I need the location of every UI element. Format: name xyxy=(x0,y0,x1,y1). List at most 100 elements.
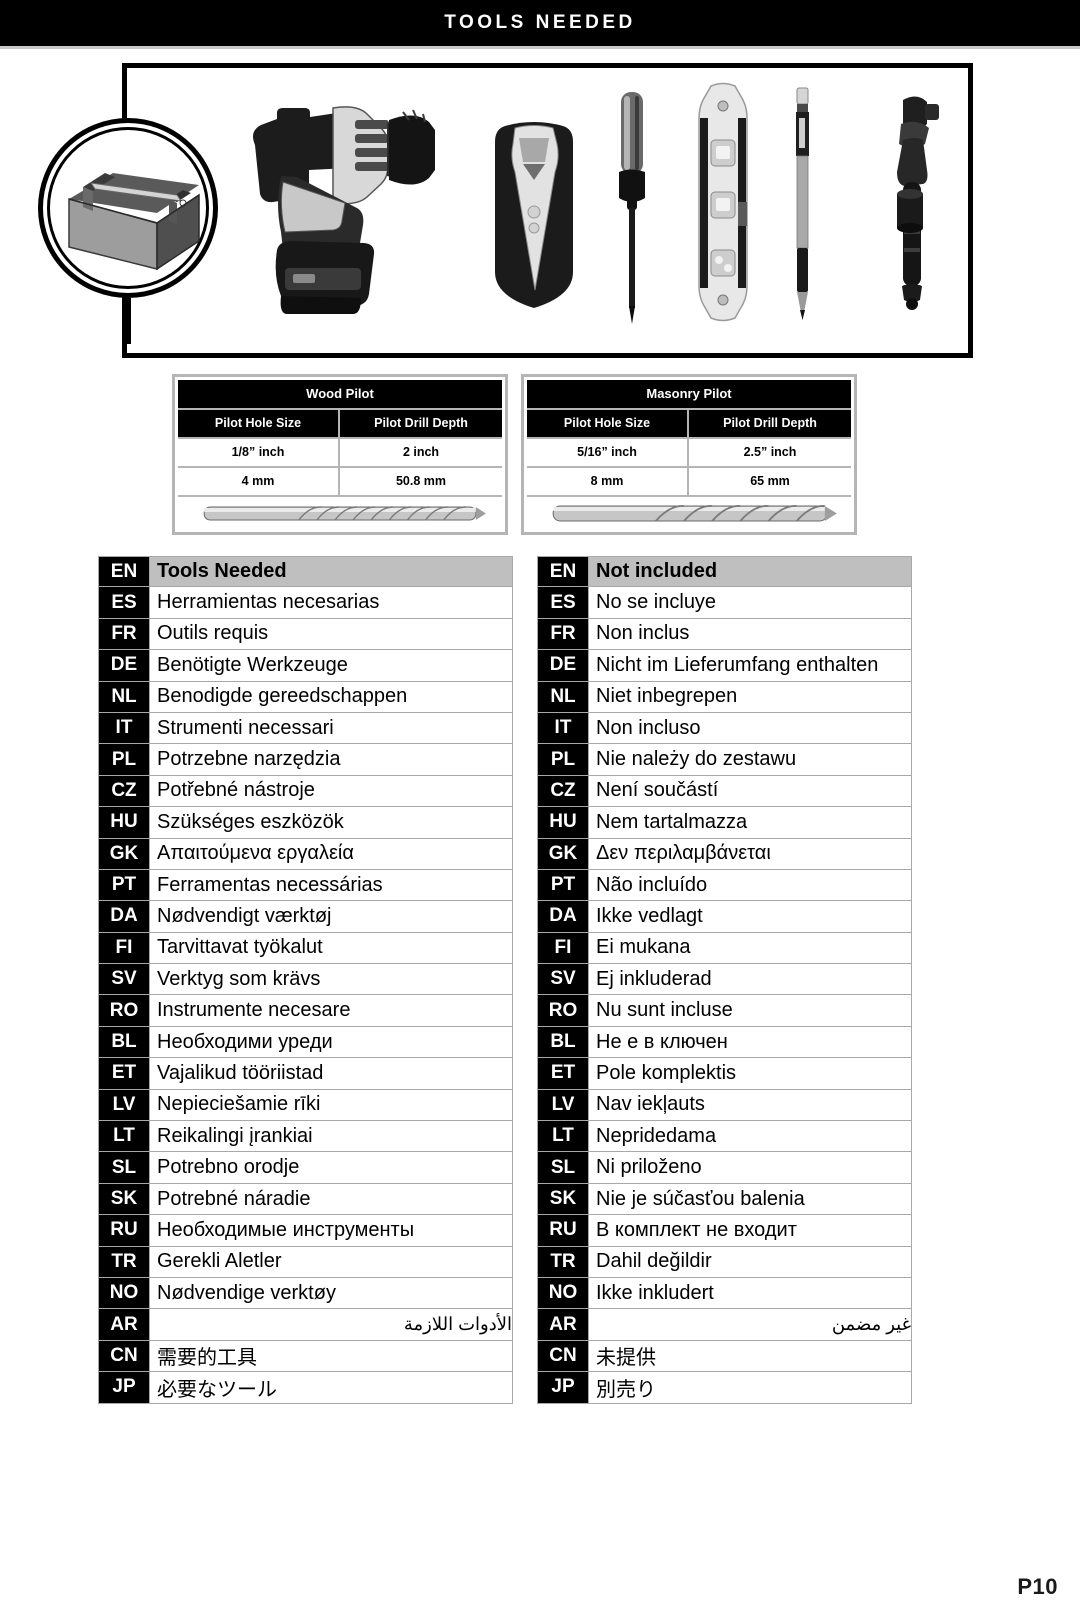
spec-cell-depth-inch: 2.5” inch xyxy=(689,437,851,466)
lang-code: BL xyxy=(99,1026,150,1058)
wood-drill-bit-icon xyxy=(178,495,502,529)
lang-label: Pole komplektis xyxy=(596,1061,737,1084)
lang-label: No se incluye xyxy=(596,591,717,614)
table-row: FI Tarvittavat työkalut xyxy=(98,932,513,965)
level-icon xyxy=(698,82,748,322)
wood-pilot-spec-table: Wood Pilot Pilot Hole Size Pilot Drill D… xyxy=(172,374,508,535)
table-row: NO Nødvendige verktøy xyxy=(98,1277,513,1310)
lang-label: Tarvittavat työkalut xyxy=(157,936,323,959)
lang-label: 必要なツール xyxy=(157,1378,277,1401)
table-row: FR Outils requis xyxy=(98,618,513,651)
masonry-drill-bit-icon xyxy=(527,495,851,529)
table-row: CZ Není součástí xyxy=(537,775,912,808)
table-row: FI Ei mukana xyxy=(537,932,912,965)
lang-code: TR xyxy=(538,1246,589,1277)
lang-label: Не е в ключен xyxy=(596,1030,728,1053)
table-row: SL Ni priloženo xyxy=(537,1152,912,1184)
lang-code: SV xyxy=(99,964,150,995)
lang-code: ET xyxy=(99,1058,150,1089)
lang-code: RU xyxy=(99,1215,150,1246)
lang-code: PL xyxy=(99,744,150,775)
lang-code: FI xyxy=(538,932,589,964)
lang-label: 未提供 xyxy=(596,1347,656,1370)
lang-label: 別売り xyxy=(596,1378,656,1401)
lang-code: SV xyxy=(538,964,589,995)
lang-code: AR xyxy=(99,1309,150,1340)
table-row: PL Potrzebne narzędzia xyxy=(98,744,513,776)
lang-label: Gerekli Aletler xyxy=(157,1250,282,1273)
lang-label: Potrebné náradie xyxy=(157,1187,311,1210)
socket-icon xyxy=(897,189,923,233)
table-row: AR غير مضمن xyxy=(537,1309,912,1341)
lang-label: Dahil değildir xyxy=(596,1250,712,1273)
table-row: LT Nepridedama xyxy=(537,1121,912,1153)
lang-label: Nødvendige verktøy xyxy=(157,1281,336,1304)
table-row: EN Tools Needed xyxy=(98,556,513,588)
table-row: LV Nav iekļauts xyxy=(537,1089,912,1122)
pencil-icon xyxy=(796,87,809,320)
table-row: IT Strumenti necessari xyxy=(98,712,513,745)
table-row: TR Dahil değildir xyxy=(537,1246,912,1278)
table-row: DA Nødvendigt værktøj xyxy=(98,901,513,933)
lang-label: غير مضمن xyxy=(831,1314,911,1335)
table-row: ES Herramientas necesarias xyxy=(98,587,513,619)
lang-label: Szükséges eszközök xyxy=(157,810,344,833)
page-title: TOOLS NEEDED xyxy=(444,12,636,33)
lang-label: В комплект не входит xyxy=(596,1218,797,1241)
table-row: PT Ferramentas necessárias xyxy=(98,869,513,902)
toolbox-icon xyxy=(38,118,218,298)
lang-label: Nem tartalmazza xyxy=(596,810,748,833)
lang-label: Απαιτούμενα εργαλεία xyxy=(157,842,354,865)
spec-title: Wood Pilot xyxy=(178,380,502,410)
lang-code: GK xyxy=(99,838,150,869)
table-row: LV Nepieciešamie rīki xyxy=(98,1089,513,1122)
lang-code: SK xyxy=(538,1183,589,1215)
lang-code: HU xyxy=(99,807,150,838)
screwdriver-icon xyxy=(619,92,645,324)
spec-cell-depth-mm: 65 mm xyxy=(689,466,851,495)
lang-label: Není součástí xyxy=(596,779,719,802)
table-row: PL Nie należy do zestawu xyxy=(537,744,912,776)
lang-code: JP xyxy=(99,1372,150,1403)
table-row: AR الأدوات اللازمة xyxy=(98,1309,513,1341)
lang-code: BL xyxy=(538,1026,589,1058)
lang-code: DE xyxy=(538,650,589,681)
lang-code: PT xyxy=(99,869,150,901)
table-row: RU Необходимые инструменты xyxy=(98,1215,513,1247)
cordless-drill-icon xyxy=(253,106,435,314)
lang-label: Ikke inkludert xyxy=(596,1281,714,1304)
table-row: PT Não incluído xyxy=(537,869,912,902)
lang-label: Ni priloženo xyxy=(596,1156,702,1179)
lang-label: Vajalikud tööriistad xyxy=(157,1061,324,1084)
lang-code: SK xyxy=(99,1183,150,1215)
stud-finder-icon xyxy=(495,122,573,308)
table-row: JP 必要なツール xyxy=(98,1372,513,1404)
lang-code: IT xyxy=(99,712,150,744)
lang-label: Não incluído xyxy=(596,873,708,896)
lang-code: ES xyxy=(99,587,150,618)
lang-label: Outils requis xyxy=(157,622,269,645)
lang-code: NO xyxy=(538,1277,589,1309)
spec-cell-hole-mm: 4 mm xyxy=(178,466,340,495)
lang-label: الأدوات اللازمة xyxy=(403,1314,512,1335)
lang-label: Необходимые инструменты xyxy=(157,1218,415,1241)
table-row: SV Verktyg som krävs xyxy=(98,964,513,996)
lang-label: Strumenti necessari xyxy=(157,716,334,739)
lang-code: CN xyxy=(99,1340,150,1372)
lang-code: DA xyxy=(99,901,150,932)
lang-code: DE xyxy=(99,650,150,681)
lang-label: Nødvendigt værktøj xyxy=(157,904,332,927)
lang-code: CZ xyxy=(538,775,589,807)
table-row: SV Ej inkluderad xyxy=(537,964,912,996)
lang-code: RU xyxy=(538,1215,589,1246)
lang-label: Nepridedama xyxy=(596,1124,717,1147)
table-row: LT Reikalingi įrankiai xyxy=(98,1121,513,1153)
table-row: ET Vajalikud tööriistad xyxy=(98,1058,513,1090)
lang-label: Nie należy do zestawu xyxy=(596,748,797,771)
lang-label: Non inclus xyxy=(596,622,690,645)
lang-code: PT xyxy=(538,869,589,901)
lang-code: IT xyxy=(538,712,589,744)
spec-title: Masonry Pilot xyxy=(527,380,851,410)
lang-label: Potřebné nástroje xyxy=(157,779,315,802)
lang-code: FI xyxy=(99,932,150,964)
